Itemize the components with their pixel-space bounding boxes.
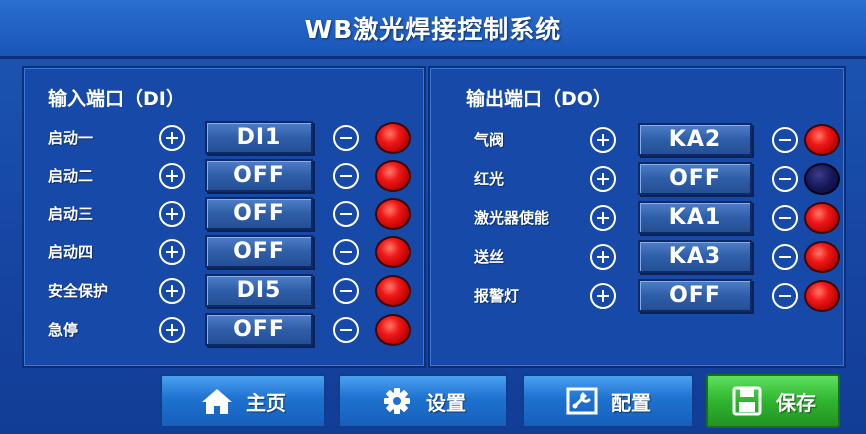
di-row-label: 安全保护: [48, 282, 109, 300]
di-row-label: 启动四: [48, 243, 94, 261]
plus-icon[interactable]: [590, 283, 616, 309]
di-row-label: 启动一: [48, 129, 94, 147]
di-row: 启动四 OFF: [24, 234, 424, 270]
do-row-label: 送丝: [474, 248, 505, 266]
config-button[interactable]: 配置: [522, 374, 694, 428]
di-row-label: 急停: [48, 321, 79, 339]
minus-icon[interactable]: [772, 283, 798, 309]
home-button-label: 主页: [246, 390, 286, 415]
gear-icon: [384, 388, 410, 414]
di-value-field[interactable]: DI5: [205, 274, 313, 307]
plus-icon[interactable]: [159, 278, 185, 304]
minus-icon[interactable]: [333, 125, 359, 151]
minus-icon[interactable]: [772, 166, 798, 192]
do-row: 送丝 KA3: [430, 239, 844, 275]
minus-icon[interactable]: [772, 244, 798, 270]
hmi-screen: WB激光焊接控制系统 输入端口（DI） 启动一 DI1 启动二 OFF 启动三 …: [0, 0, 866, 434]
di-row: 急停 OFF: [24, 312, 424, 348]
config-tool-icon: [566, 387, 598, 415]
title-bar: WB激光焊接控制系统: [0, 0, 866, 59]
status-lamp: [804, 280, 840, 312]
status-lamp: [804, 202, 840, 234]
plus-icon[interactable]: [159, 317, 185, 343]
status-lamp: [804, 241, 840, 273]
di-value-field[interactable]: OFF: [205, 313, 313, 346]
status-lamp: [375, 160, 411, 192]
save-button-label: 保存: [776, 390, 816, 415]
do-row-label: 激光器使能: [474, 209, 550, 227]
minus-icon[interactable]: [333, 317, 359, 343]
do-value-field[interactable]: OFF: [638, 279, 752, 312]
di-value-field[interactable]: OFF: [205, 159, 313, 192]
status-lamp: [375, 314, 411, 346]
di-row: 启动二 OFF: [24, 158, 424, 194]
do-value-field[interactable]: KA3: [638, 240, 752, 273]
minus-icon[interactable]: [772, 205, 798, 231]
status-lamp: [375, 236, 411, 268]
save-disk-icon: [732, 386, 762, 416]
home-icon: [202, 389, 232, 414]
do-value-field[interactable]: OFF: [638, 162, 752, 195]
plus-icon[interactable]: [590, 205, 616, 231]
do-panel: 输出端口（DO） 气阀 KA2 红光 OFF 激光器使能 KA1 送丝 KA3: [428, 66, 846, 368]
di-row: 启动三 OFF: [24, 196, 424, 232]
plus-icon[interactable]: [159, 201, 185, 227]
status-lamp: [375, 275, 411, 307]
minus-icon[interactable]: [333, 163, 359, 189]
di-value-field[interactable]: DI1: [205, 121, 313, 154]
status-lamp: [804, 163, 840, 195]
plus-icon[interactable]: [590, 244, 616, 270]
do-row: 气阀 KA2: [430, 122, 844, 158]
do-row-label: 红光: [474, 170, 505, 188]
do-row-label: 气阀: [474, 131, 505, 149]
settings-button-label: 设置: [426, 390, 466, 415]
status-lamp: [375, 198, 411, 230]
di-row: 启动一 DI1: [24, 120, 424, 156]
di-panel-header: 输入端口（DI）: [48, 88, 185, 110]
di-row-label: 启动三: [48, 205, 94, 223]
minus-icon[interactable]: [772, 127, 798, 153]
plus-icon[interactable]: [590, 166, 616, 192]
plus-icon[interactable]: [590, 127, 616, 153]
do-panel-header: 输出端口（DO）: [466, 88, 612, 110]
do-value-field[interactable]: KA2: [638, 123, 752, 156]
di-row: 安全保护 DI5: [24, 273, 424, 309]
plus-icon[interactable]: [159, 163, 185, 189]
di-panel: 输入端口（DI） 启动一 DI1 启动二 OFF 启动三 OFF 启动四 OFF: [22, 66, 426, 368]
config-button-label: 配置: [611, 390, 651, 415]
home-button[interactable]: 主页: [160, 374, 326, 428]
plus-icon[interactable]: [159, 239, 185, 265]
plus-icon[interactable]: [159, 125, 185, 151]
do-row: 红光 OFF: [430, 161, 844, 197]
do-value-field[interactable]: KA1: [638, 201, 752, 234]
do-row-label: 报警灯: [474, 287, 520, 305]
do-row: 报警灯 OFF: [430, 278, 844, 314]
status-lamp: [375, 122, 411, 154]
minus-icon[interactable]: [333, 201, 359, 227]
do-row: 激光器使能 KA1: [430, 200, 844, 236]
minus-icon[interactable]: [333, 239, 359, 265]
minus-icon[interactable]: [333, 278, 359, 304]
di-value-field[interactable]: OFF: [205, 235, 313, 268]
di-value-field[interactable]: OFF: [205, 197, 313, 230]
settings-button[interactable]: 设置: [338, 374, 508, 428]
status-lamp: [804, 124, 840, 156]
save-button[interactable]: 保存: [706, 374, 840, 428]
app-title: WB激光焊接控制系统: [304, 15, 562, 44]
di-row-label: 启动二: [48, 167, 94, 185]
